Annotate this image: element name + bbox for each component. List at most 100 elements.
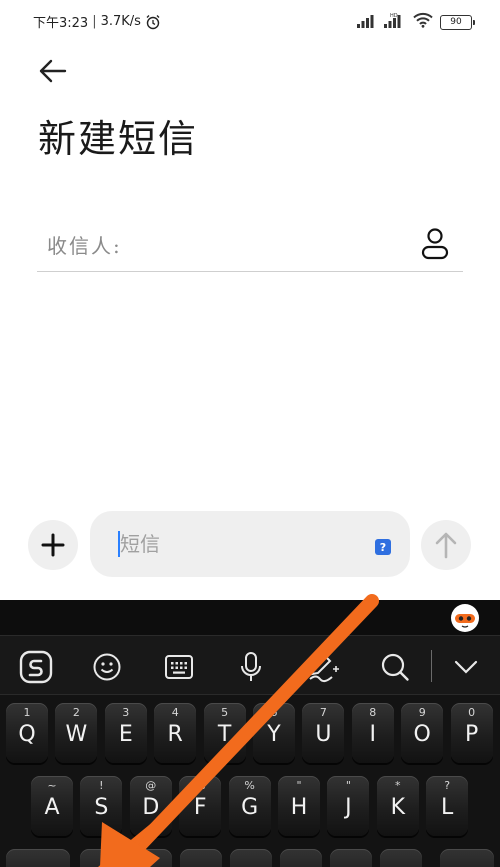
key-letter-label: T <box>217 722 232 747</box>
key-letter-label: K <box>390 795 406 820</box>
key-row3-1[interactable] <box>6 849 70 867</box>
key-letter-label: W <box>65 722 88 747</box>
key-letter-label: S <box>94 795 109 820</box>
key-symbol-label: ! <box>99 779 104 792</box>
contact-person-icon <box>421 228 449 260</box>
message-field[interactable]: ? <box>90 511 410 577</box>
key-symbol-label: 6 <box>270 706 278 719</box>
key-row3-8[interactable] <box>380 849 422 867</box>
key-p[interactable]: 0P <box>450 703 493 763</box>
key-letter-label: Q <box>18 722 36 747</box>
key-symbol-label: " <box>345 779 351 792</box>
help-badge-icon[interactable]: ? <box>375 539 391 555</box>
contact-picker-button[interactable] <box>419 226 451 260</box>
send-button[interactable] <box>421 520 471 570</box>
key-letter-label: A <box>44 795 60 820</box>
key-letter-label: H <box>290 795 308 820</box>
sogou-mascot-icon[interactable] <box>450 603 480 633</box>
key-symbol-label: ? <box>444 779 451 792</box>
message-input[interactable] <box>120 529 350 559</box>
key-letter-label: O <box>413 722 431 747</box>
page-title: 新建短信 <box>38 117 199 161</box>
back-arrow-icon <box>39 59 67 83</box>
recipient-label: 收信人: <box>47 234 122 258</box>
search-icon[interactable] <box>378 650 412 684</box>
key-letter-label: Y <box>267 722 281 747</box>
status-left: 下午3:23 | 3.7K/s <box>33 12 161 31</box>
key-symbol-label: 9 <box>418 706 426 719</box>
hd-signal-icon: HD <box>384 12 406 32</box>
key-symbol-label: 5 <box>221 706 229 719</box>
plus-icon <box>41 533 65 557</box>
keyboard-top-strip <box>0 600 500 635</box>
key-symbol-label: 0 <box>468 706 476 719</box>
key-symbol-label: * <box>395 779 401 792</box>
alarm-icon <box>145 14 161 30</box>
key-a[interactable]: ~ A <box>31 776 73 836</box>
key-row3-3[interactable] <box>130 849 172 867</box>
key-symbol-label: 3 <box>122 706 130 719</box>
key-row3-2[interactable] <box>80 849 122 867</box>
key-letter-label: F <box>193 795 207 820</box>
key-l[interactable]: ? L <box>426 776 469 836</box>
sogou-logo-icon[interactable] <box>19 650 53 684</box>
key-symbol-label: 7 <box>319 706 327 719</box>
key-symbol-label: % <box>244 779 255 792</box>
signal-icon <box>357 13 377 32</box>
key-r[interactable]: 4R <box>154 703 197 763</box>
key-row3-6[interactable] <box>280 849 322 867</box>
keyboard-icon[interactable] <box>162 650 196 684</box>
key-u[interactable]: 7U <box>302 703 345 763</box>
key-letter-label: J <box>345 795 352 820</box>
key-o[interactable]: 9O <box>401 703 444 763</box>
key-row3-5[interactable] <box>230 849 272 867</box>
handwriting-icon[interactable] <box>306 650 340 684</box>
key-row3-7[interactable] <box>330 849 372 867</box>
compose-bar: ? <box>0 510 500 580</box>
key-symbol-label: 2 <box>72 706 80 719</box>
recipient-field[interactable]: 收信人: <box>37 222 463 272</box>
key-w[interactable]: 2W <box>55 703 98 763</box>
key-symbol-label: @ <box>145 779 157 792</box>
key-letter-label: P <box>464 722 479 747</box>
key-letter-label: D <box>142 795 160 820</box>
key-k[interactable]: * K <box>376 776 419 836</box>
battery-icon: 90 <box>440 14 475 30</box>
battery-level: 90 <box>450 17 462 27</box>
key-row3-9[interactable] <box>440 849 494 867</box>
status-time: 下午3:23 <box>33 16 89 31</box>
add-attachment-button[interactable] <box>28 520 78 570</box>
key-symbol-label: " <box>296 779 302 792</box>
status-bar: 下午3:23 | 3.7K/s HD 90 <box>0 0 500 42</box>
wifi-icon <box>413 12 433 32</box>
key-q[interactable]: 1Q <box>6 703 48 763</box>
key-symbol-label: 4 <box>171 706 179 719</box>
status-separator: | <box>92 14 97 29</box>
key-h[interactable]: " H <box>278 776 320 836</box>
key-row3-4[interactable] <box>180 849 222 867</box>
keyboard-toolbar <box>0 635 500 695</box>
key-letter-label: G <box>241 795 259 820</box>
key-letter-label: I <box>369 722 377 747</box>
key-letter-label: U <box>315 722 332 747</box>
key-symbol-label: % <box>194 779 206 792</box>
key-y[interactable]: 6Y <box>253 703 295 763</box>
back-button[interactable] <box>36 56 70 86</box>
key-e[interactable]: 3E <box>104 703 147 763</box>
key-s[interactable]: ! S <box>80 776 123 836</box>
key-j[interactable]: " J <box>327 776 370 836</box>
key-symbol-label: 1 <box>23 706 31 719</box>
key-f[interactable]: % F <box>179 776 222 836</box>
key-symbol-label: ~ <box>47 779 57 792</box>
microphone-icon[interactable] <box>234 650 268 684</box>
key-d[interactable]: @ D <box>129 776 172 836</box>
toolbar-divider <box>431 650 432 682</box>
key-t[interactable]: 5T <box>203 703 246 763</box>
key-symbol-label: 8 <box>369 706 377 719</box>
collapse-chevron-icon[interactable] <box>449 650 483 684</box>
keyboard: 1Q2W3E4R5T6Y7U8I9O0P ~ A! S @ D% F% G " H " J * K? L <box>0 600 500 867</box>
key-i[interactable]: 8I <box>351 703 394 763</box>
emoji-icon[interactable] <box>90 650 124 684</box>
key-g[interactable]: % G <box>228 776 271 836</box>
send-arrow-icon <box>435 532 457 559</box>
